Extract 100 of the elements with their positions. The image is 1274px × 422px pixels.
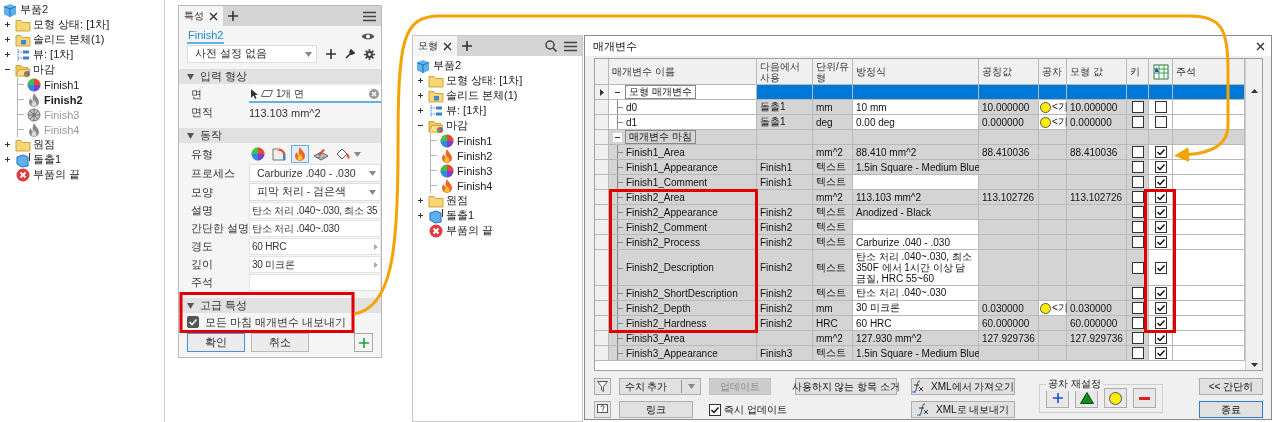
close-icon[interactable]: [209, 11, 218, 21]
checkbox[interactable]: [1154, 261, 1167, 274]
checkbox[interactable]: [1131, 317, 1144, 329]
checkbox[interactable]: [1131, 221, 1144, 233]
checkbox[interactable]: [1154, 176, 1167, 188]
filter-button[interactable]: [594, 378, 611, 395]
tree-item[interactable]: 마감: [446, 118, 468, 133]
tab[interactable]: 모형: [413, 36, 457, 56]
checkbox[interactable]: [1131, 332, 1144, 344]
expand-icon[interactable]: [416, 196, 425, 205]
finish-type-button[interactable]: [270, 145, 288, 163]
checkbox[interactable]: [1131, 261, 1144, 274]
text-field[interactable]: [249, 274, 381, 291]
tolerance-button[interactable]: [1104, 388, 1127, 408]
tree-item[interactable]: Finish1: [44, 78, 80, 91]
dialog-button[interactable]: 링크: [619, 401, 693, 418]
collapse-arrow-icon[interactable]: [187, 302, 194, 309]
checkbox[interactable]: [1131, 347, 1144, 359]
close-icon[interactable]: [443, 41, 452, 51]
eye-icon[interactable]: [361, 31, 375, 41]
value-field[interactable]: 60 HRC: [249, 238, 381, 255]
checkbox[interactable]: [1131, 236, 1144, 248]
tree-item[interactable]: Finish1: [457, 134, 493, 147]
tree-item[interactable]: 부품의 끝: [446, 223, 494, 238]
tree-item[interactable]: 원점: [33, 137, 55, 152]
tree-item[interactable]: 마감: [33, 62, 55, 77]
tree-item[interactable]: 뷰: [1차]: [446, 103, 487, 118]
tolerance-picker[interactable]: <기: [1039, 115, 1067, 130]
dialog-button[interactable]: 사용하지 않는 항목 소거: [794, 378, 897, 395]
tree-item[interactable]: 부품의 끝: [33, 167, 81, 182]
help-button[interactable]: [594, 401, 611, 418]
tree-item[interactable]: 돌출1: [33, 152, 62, 167]
tree-item[interactable]: 뷰: [1차]: [33, 47, 74, 62]
tolerance-picker[interactable]: <기: [1039, 301, 1067, 316]
checkbox[interactable]: [1154, 347, 1167, 359]
finish-type-button[interactable]: [249, 145, 267, 163]
down-arrow-icon[interactable]: [1250, 363, 1258, 367]
dialog-button[interactable]: XML로 내보내기: [910, 401, 1015, 418]
expand-icon[interactable]: [3, 155, 12, 164]
add-icon[interactable]: [462, 41, 472, 51]
checkbox[interactable]: [1154, 332, 1167, 344]
tolerance-button[interactable]: [1133, 388, 1156, 408]
collapse-arrow-icon[interactable]: [187, 73, 194, 80]
dialog-button[interactable]: 종료: [1199, 401, 1263, 418]
menu-icon[interactable]: [363, 10, 376, 22]
feature-name-link[interactable]: Finish2: [187, 28, 225, 44]
collapse-icon[interactable]: [613, 132, 622, 142]
checkbox[interactable]: [1154, 101, 1167, 113]
expand-icon[interactable]: [3, 35, 12, 44]
dialog-button[interactable]: XML에서 가져오기: [910, 378, 1015, 395]
value-field[interactable]: 30 미크론: [249, 256, 381, 273]
tree-item[interactable]: 부품2: [20, 2, 49, 17]
checkbox[interactable]: [1154, 191, 1167, 203]
tree-item[interactable]: 돌출1: [446, 208, 475, 223]
text-field[interactable]: 탄소 처리 .040~.030: [249, 220, 381, 237]
expand-icon[interactable]: [3, 140, 12, 149]
tree-item[interactable]: 모형 상태: [1차]: [446, 73, 523, 88]
checkbox[interactable]: [1131, 116, 1144, 128]
collapse-arrow-icon[interactable]: [187, 132, 194, 139]
checkbox[interactable]: [1154, 317, 1167, 329]
checkbox[interactable]: [1154, 206, 1167, 218]
checkbox[interactable]: [1131, 287, 1144, 299]
expand-icon[interactable]: [416, 106, 425, 115]
dialog-button[interactable]: << 간단히: [1199, 378, 1263, 395]
checkbox[interactable]: [1131, 191, 1144, 203]
expand-icon[interactable]: [416, 76, 425, 85]
checkbox[interactable]: [1131, 302, 1144, 314]
checkbox[interactable]: [1131, 101, 1144, 113]
expand-icon[interactable]: [3, 20, 12, 29]
checkbox[interactable]: [1154, 161, 1167, 173]
tab[interactable]: 특성: [179, 6, 223, 26]
checkbox[interactable]: [1154, 221, 1167, 233]
checkbox[interactable]: [1131, 206, 1144, 218]
checkbox[interactable]: [1154, 236, 1167, 248]
checkbox[interactable]: [1131, 146, 1144, 158]
text-field[interactable]: 탄소 처리 .040~.030, 최소 35: [249, 202, 381, 219]
tree-item[interactable]: Finish2: [457, 149, 493, 162]
checkbox[interactable]: [1154, 116, 1167, 128]
clear-icon[interactable]: [369, 88, 379, 99]
add-icon[interactable]: [326, 49, 336, 59]
dialog-button[interactable]: 취소: [251, 333, 309, 352]
close-icon[interactable]: [1256, 41, 1265, 51]
dialog-button[interactable]: 확인: [187, 333, 245, 352]
expand-icon[interactable]: [416, 91, 425, 100]
plus-icon[interactable]: [1052, 393, 1063, 403]
preset-dropdown[interactable]: 사전 설정 없음: [187, 45, 317, 63]
tree-item[interactable]: 모형 상태: [1차]: [33, 17, 110, 32]
checkbox[interactable]: [1131, 176, 1144, 188]
checkbox[interactable]: [1131, 161, 1144, 173]
tree-item[interactable]: 솔리드 본체(1): [446, 88, 518, 103]
tree-item[interactable]: Finish4: [457, 179, 493, 192]
tree-item[interactable]: 솔리드 본체(1): [33, 32, 105, 47]
checkbox[interactable]: [1154, 287, 1167, 299]
checkbox[interactable]: [1154, 146, 1167, 158]
dialog-button[interactable]: 수치 추가: [619, 378, 701, 395]
expand-icon[interactable]: [416, 211, 425, 220]
checkbox[interactable]: [187, 316, 199, 328]
tree-item[interactable]: Finish2: [44, 93, 83, 106]
menu-icon[interactable]: [564, 40, 577, 52]
tree-item[interactable]: 원점: [446, 193, 468, 208]
